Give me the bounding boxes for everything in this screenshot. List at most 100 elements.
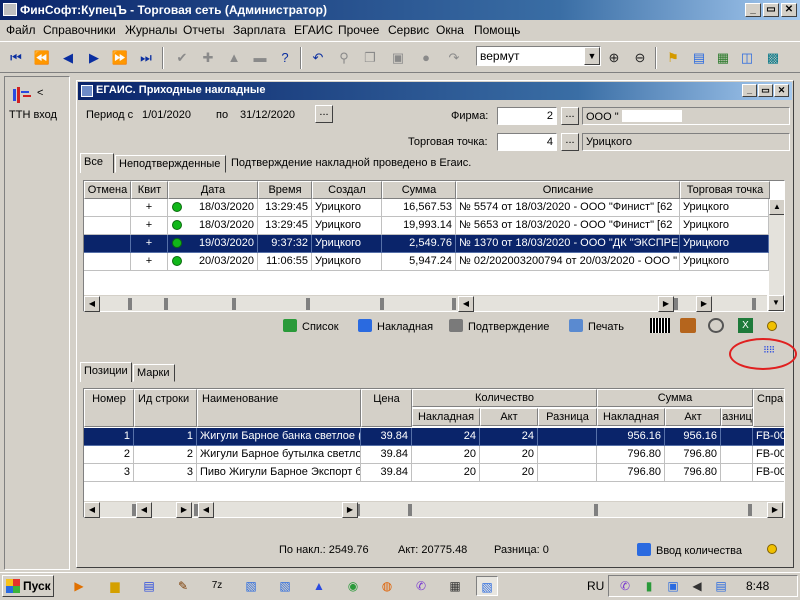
cell-cancel[interactable] xyxy=(84,235,131,253)
cell-s_inv[interactable]: 796.80 xyxy=(597,446,665,464)
cell-cancel[interactable] xyxy=(84,217,131,235)
cell-ref[interactable]: FB-00 xyxy=(753,464,784,482)
prev-record-icon[interactable]: ◀ xyxy=(58,48,78,68)
cascade-icon[interactable]: ◫ xyxy=(737,48,757,68)
chrome-icon[interactable]: ◉ xyxy=(342,576,364,596)
col-sum[interactable]: Сумма xyxy=(382,181,456,199)
cell-kvit[interactable]: + xyxy=(131,217,168,235)
collapse-arrow[interactable]: < xyxy=(37,87,43,99)
cell-kvit[interactable]: + xyxy=(131,199,168,217)
period-select-button[interactable]: ... xyxy=(315,105,333,123)
menu-references[interactable]: Справочники xyxy=(43,23,116,37)
cell-q_diff[interactable] xyxy=(538,464,597,482)
cell-price[interactable]: 39.84 xyxy=(361,446,412,464)
cell-desc[interactable]: № 5653 от 18/03/2020 - ООО "Финист" [62 xyxy=(456,217,680,235)
start-button[interactable]: Пуск xyxy=(2,575,54,597)
book-icon[interactable]: ▤ xyxy=(138,576,160,596)
viber-tray-icon[interactable]: ✆ xyxy=(614,576,636,596)
col-qty-invoice[interactable]: Накладная xyxy=(412,408,480,426)
cell-id[interactable]: 2 xyxy=(134,446,197,464)
add-icon[interactable]: ✚ xyxy=(198,48,218,68)
minimize-button[interactable]: _ xyxy=(745,3,761,17)
cell-by[interactable]: Урицкого xyxy=(312,253,382,271)
top-horizontal-scrollbar[interactable]: ◀ ◀ ▶ ▶ xyxy=(84,295,767,312)
cell-s_inv[interactable]: 956.16 xyxy=(597,428,665,446)
tray-app-icon[interactable]: ▤ xyxy=(710,576,732,596)
col-time[interactable]: Время xyxy=(258,181,312,199)
cell-name[interactable]: Жигули Барное банка светлое ( xyxy=(197,428,361,446)
tab-marks[interactable]: Марки xyxy=(133,364,175,382)
maximize-button[interactable]: ▭ xyxy=(763,3,779,17)
bottom-horizontal-scrollbar[interactable]: ◀ ◀ ▶ ◀ ▶ ▶ xyxy=(84,501,784,518)
cell-point[interactable]: Урицкого xyxy=(680,235,769,253)
window-close-button[interactable]: ✕ xyxy=(774,84,789,97)
app-shortcut-icon[interactable]: ▧ xyxy=(274,576,296,596)
cell-point[interactable]: Урицкого xyxy=(680,199,769,217)
scroll-down-button[interactable]: ▼ xyxy=(768,295,784,311)
cell-id[interactable]: 1 xyxy=(134,428,197,446)
cell-s_diff[interactable] xyxy=(721,428,753,446)
invoice-button[interactable]: Накладная xyxy=(358,319,433,333)
col-created-by[interactable]: Создал xyxy=(312,181,382,199)
cell-name[interactable]: Пиво Жигули Барное Экспорт б xyxy=(197,464,361,482)
volume-icon[interactable]: ◀ xyxy=(686,576,708,596)
cell-date[interactable]: 18/03/2020 xyxy=(168,199,258,217)
cell-cancel[interactable] xyxy=(84,253,131,271)
cell-q_inv[interactable]: 24 xyxy=(412,428,480,446)
media-player-icon[interactable]: ▶ xyxy=(68,576,90,596)
tab-unconfirmed[interactable]: Неподтвержденные xyxy=(115,155,226,173)
cell-sum[interactable]: 16,567.53 xyxy=(382,199,456,217)
windows-tile-icon[interactable]: ▦ xyxy=(713,48,733,68)
cell-q_inv[interactable]: 20 xyxy=(412,464,480,482)
help-icon[interactable]: ? xyxy=(275,48,295,68)
barcode-icon[interactable] xyxy=(650,318,670,333)
menu-egais[interactable]: ЕГАИС xyxy=(294,23,333,37)
col-sum-invoice[interactable]: Накладная xyxy=(597,408,665,426)
point-code-input[interactable]: 4 xyxy=(497,133,557,151)
print-button[interactable]: Печать xyxy=(569,319,624,333)
firm-code-input[interactable]: 2 xyxy=(497,107,557,125)
box-icon[interactable] xyxy=(680,318,696,333)
cell-s_diff[interactable] xyxy=(721,446,753,464)
tab-all[interactable]: Все xyxy=(80,153,114,173)
cell-point[interactable]: Урицкого xyxy=(680,217,769,235)
binoculars-minus-icon[interactable]: ⊖ xyxy=(630,48,650,68)
next-page-icon[interactable]: ⏩ xyxy=(110,48,130,68)
col-cancel[interactable]: Отмена xyxy=(84,181,131,199)
last-record-icon[interactable]: ⏭ xyxy=(136,48,156,68)
cell-s_act[interactable]: 956.16 xyxy=(665,428,721,446)
explorer-icon[interactable]: ▆ xyxy=(104,576,126,596)
col-date[interactable]: Дата xyxy=(168,181,258,199)
first-record-icon[interactable]: ⏮ xyxy=(6,48,26,68)
redo-icon[interactable]: ↷ xyxy=(444,48,464,68)
cell-s_diff[interactable] xyxy=(721,464,753,482)
firm-select-button[interactable]: ... xyxy=(561,107,579,125)
cell-q_act[interactable]: 20 xyxy=(480,446,538,464)
check-icon[interactable]: ✔ xyxy=(172,48,192,68)
network-icon[interactable]: ▮ xyxy=(638,576,660,596)
point-select-button[interactable]: ... xyxy=(561,133,579,151)
search-combo-input[interactable]: вермут xyxy=(476,46,601,66)
cell-num[interactable]: 1 xyxy=(84,428,134,446)
cell-date[interactable]: 20/03/2020 xyxy=(168,253,258,271)
window-icon[interactable]: ▤ xyxy=(689,48,709,68)
active-app-icon[interactable]: ▧ xyxy=(476,576,498,596)
col-name[interactable]: Наименование xyxy=(197,389,361,427)
col-line-id[interactable]: Ид строки xyxy=(134,389,197,427)
cell-desc[interactable]: № 1370 от 18/03/2020 - ООО "ДК "ЭКСПРЕ xyxy=(456,235,680,253)
cell-s_act[interactable]: 796.80 xyxy=(665,464,721,482)
cell-s_act[interactable]: 796.80 xyxy=(665,446,721,464)
viber-icon[interactable]: ✆ xyxy=(410,576,432,596)
col-number[interactable]: Номер xyxy=(84,389,134,427)
tray-app-icon[interactable]: ▣ xyxy=(662,576,684,596)
close-button[interactable]: ✕ xyxy=(781,3,797,17)
cell-desc[interactable]: № 5574 от 18/03/2020 - ООО "Финист" [62 xyxy=(456,199,680,217)
col-ref[interactable]: Спра xyxy=(753,389,784,427)
excel-icon[interactable]: X xyxy=(738,318,753,333)
cell-by[interactable]: Урицкого xyxy=(312,235,382,253)
firefox-icon[interactable]: ◍ xyxy=(376,576,398,596)
scroll-left-button[interactable]: ◀ xyxy=(84,296,100,312)
date-from[interactable]: 1/01/2020 xyxy=(142,109,191,121)
col-description[interactable]: Описание xyxy=(456,181,680,199)
cell-kvit[interactable]: + xyxy=(131,235,168,253)
